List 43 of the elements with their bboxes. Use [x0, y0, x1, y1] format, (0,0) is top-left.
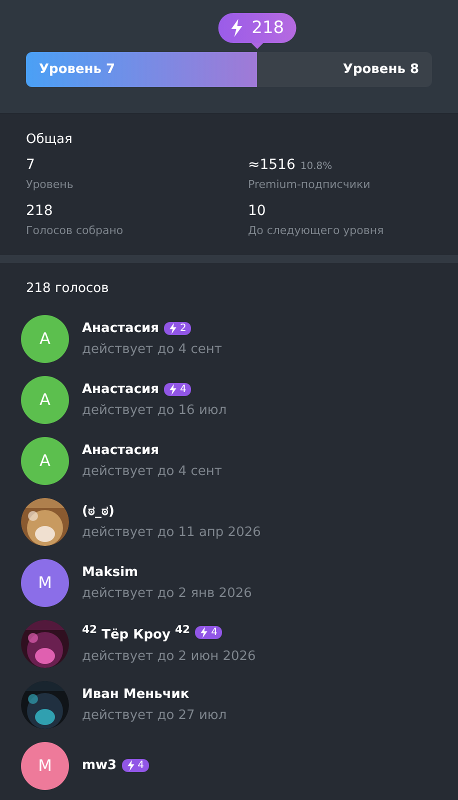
expiry-date: действует до 27 июл [82, 708, 227, 722]
avatar: M [21, 558, 69, 606]
booster-name: Иван Меньчик [82, 686, 190, 702]
expiry-date: действует до 11 апр 2026 [82, 524, 261, 540]
avatar: A [21, 436, 69, 484]
expiry-date: действует до 4 сент [82, 464, 222, 478]
stat-label: Голосов собрано [26, 224, 124, 237]
lightning-icon [126, 760, 135, 771]
stat-value: ≈1516 [248, 157, 296, 173]
avatar: A [21, 376, 69, 424]
boost-count: 4 [138, 760, 144, 771]
expiry-date: действует до 2 янв 2026 [82, 586, 252, 600]
stat-value: 7 [26, 157, 35, 173]
stat-value: 218 [26, 203, 53, 219]
stat-label: До следующего уровня [248, 224, 385, 237]
booster-name: Анастасия [82, 320, 159, 336]
booster-name: Анастасия [82, 382, 159, 396]
current-level-label: Уровень 7 [38, 62, 116, 77]
lightning-icon [169, 322, 177, 334]
stat-label: Уровень [26, 178, 74, 191]
booster-name: $^{42}$ Тёр Кроу $^{42}$ [82, 623, 190, 643]
section-title: 218 голосов [26, 281, 110, 296]
boost-count: 2 [180, 322, 186, 334]
boost-count: 4 [211, 627, 218, 638]
lightning-icon [200, 627, 208, 638]
expiry-date: действует до 16 июл [82, 402, 227, 418]
section-title: Общая [26, 132, 74, 147]
expiry-date: действует до 4 сент [82, 342, 222, 356]
booster-name: mw3 [82, 758, 117, 773]
booster-name: Анастасия [82, 442, 159, 458]
lightning-icon [169, 384, 177, 394]
next-level-label: Уровень 8 [342, 62, 420, 77]
booster-name: Maksim [82, 564, 138, 580]
avatar: A [21, 314, 69, 362]
boost-count: 218 [252, 18, 284, 38]
stat-percent: 10.8% [300, 161, 332, 172]
lightning-icon [230, 19, 244, 37]
stat-label: Premium-подписчики [248, 178, 372, 191]
boost-count: 4 [180, 384, 186, 394]
expiry-date: действует до 2 июн 2026 [82, 648, 256, 664]
stat-value: 10 [248, 203, 266, 219]
booster-name: (ಠ_ಠ) [82, 504, 114, 518]
avatar: M [21, 742, 69, 790]
